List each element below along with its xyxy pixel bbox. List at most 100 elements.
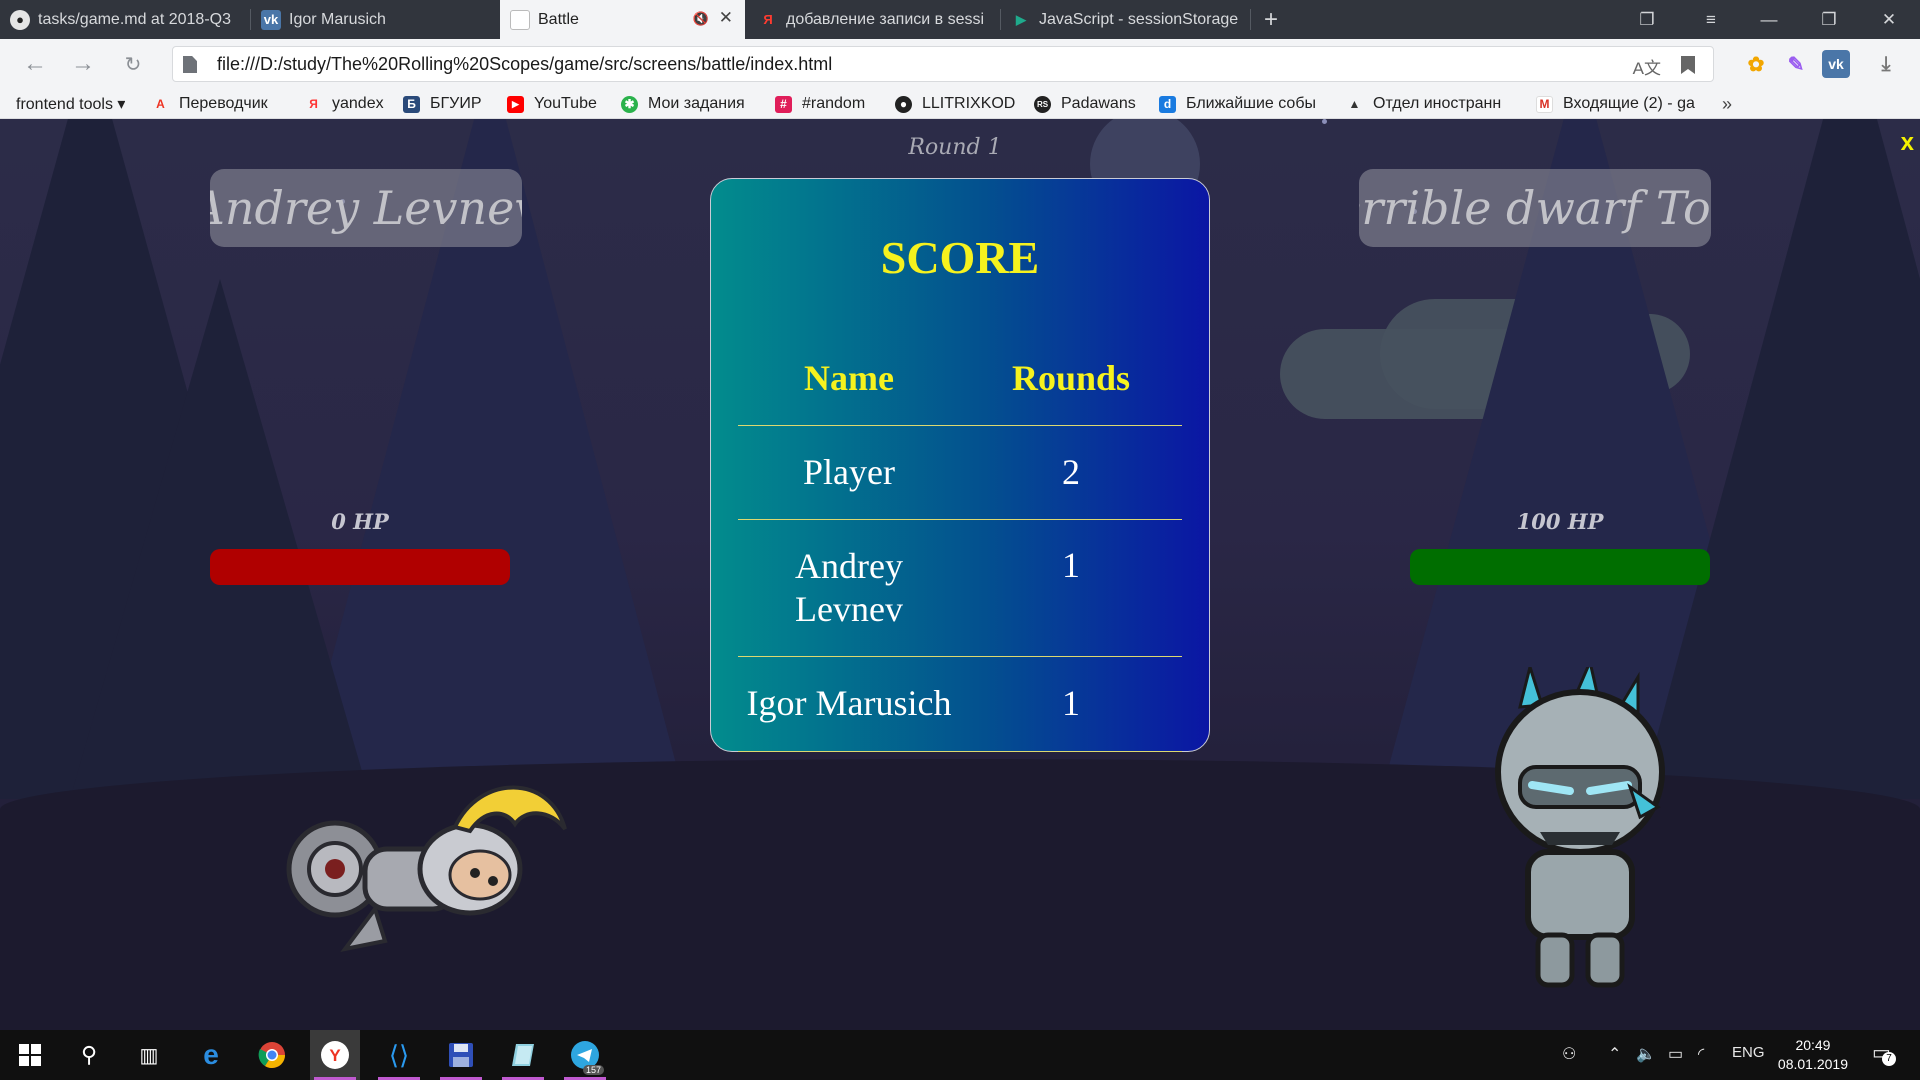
battery-icon[interactable]: ▭ xyxy=(1668,1044,1683,1064)
right-player-name: terrible dwarf Tom xyxy=(1359,169,1711,247)
minimize-button[interactable]: — xyxy=(1746,0,1792,39)
notes-app-icon[interactable] xyxy=(498,1030,548,1080)
left-player-name: Andrey Levnev xyxy=(210,169,522,247)
more-bookmarks-icon[interactable]: » xyxy=(1722,89,1732,119)
round-label: Round 1 xyxy=(908,135,1002,160)
bsuir-icon: Б xyxy=(403,95,420,113)
github-icon: ● xyxy=(895,95,912,113)
translate-icon[interactable]: A文 xyxy=(1633,54,1661,79)
score-title: SCORE xyxy=(880,232,1040,283)
name-column-header: Name xyxy=(738,331,960,426)
vk-icon: vk xyxy=(261,9,281,30)
bookmark-events[interactable]: d Ближайшие собы xyxy=(1159,89,1324,119)
address-bar[interactable]: file:///D:/study/The%20Rolling%20Scopes/… xyxy=(172,46,1714,82)
windows-icon xyxy=(19,1044,41,1066)
chrome-icon[interactable] xyxy=(247,1030,297,1080)
edge-icon[interactable]: e xyxy=(186,1030,236,1080)
volume-icon[interactable]: 🔈 xyxy=(1636,1044,1656,1064)
reload-button[interactable]: ↻ xyxy=(118,49,148,79)
player-rounds: 1 xyxy=(960,519,1182,657)
tab-github-tasks[interactable]: ● tasks/game.md at 2018-Q3 xyxy=(0,0,250,39)
tab-battle[interactable]: Battle 🔇 ✕ xyxy=(500,0,745,39)
right-player-hp-bar xyxy=(1410,549,1710,585)
new-tab-button[interactable]: + xyxy=(1248,0,1294,39)
menu-icon[interactable]: ≡ xyxy=(1688,0,1734,39)
bookmark-llitrixkod[interactable]: ● LLITRIXKOD xyxy=(895,89,1015,119)
tab-title: Igor Marusich xyxy=(289,10,386,28)
wifi-icon[interactable]: ◜ xyxy=(1698,1044,1704,1064)
windows-taskbar: ⚲ ▥ e Y ⟨⟩ 157 ⚇ ⌃ 🔈 ▭ ◜ ENG 20:49 08.01… xyxy=(0,1030,1920,1080)
battle-screen: Round 1 x Andrey Levnev 0 HP terrible dw… xyxy=(0,119,1920,1030)
player-name: Igor Marusich xyxy=(738,656,960,752)
player-rounds: 1 xyxy=(960,656,1182,752)
youtube-icon: ▶ xyxy=(507,95,524,113)
search-icon[interactable]: ⚲ xyxy=(64,1030,114,1080)
left-player-hp-label: 0 HP xyxy=(331,509,389,534)
play-icon: ▶ xyxy=(1016,11,1026,27)
mute-icon[interactable]: 🔇 xyxy=(693,11,709,27)
people-icon[interactable]: ⚇ xyxy=(1562,1044,1576,1064)
notification-icon[interactable]: ▭ 7 xyxy=(1872,1040,1896,1066)
save-app-icon[interactable] xyxy=(436,1030,486,1080)
tab-js-sessionstorage[interactable]: ▶ JavaScript - sessionStorage xyxy=(1001,0,1250,39)
d-icon: d xyxy=(1159,95,1176,113)
vk-extension-icon[interactable]: vk xyxy=(1822,50,1850,78)
player-rounds: 2 xyxy=(960,425,1182,520)
language-indicator[interactable]: ENG xyxy=(1732,1044,1765,1061)
svg-text:Y: Y xyxy=(329,1046,341,1065)
date: 08.01.2019 xyxy=(1777,1056,1848,1072)
address-url[interactable]: file:///D:/study/The%20Rolling%20Scopes/… xyxy=(217,54,832,75)
download-icon[interactable]: ⤓ xyxy=(1872,50,1900,78)
task-view-icon[interactable]: ▥ xyxy=(124,1030,174,1080)
bookmark-foreign-dept[interactable]: ▲ Отдел иностранн xyxy=(1346,89,1516,119)
rs-icon: RS xyxy=(1034,95,1051,113)
bookmark-bsuir[interactable]: Б БГУИР xyxy=(403,89,482,119)
page-icon xyxy=(510,9,530,30)
translate-icon: A xyxy=(156,97,165,111)
bookmark-my-tasks[interactable]: ✱ Мои задания xyxy=(621,89,745,119)
close-window-button[interactable]: ✕ xyxy=(1866,0,1912,39)
start-button[interactable] xyxy=(5,1030,55,1080)
vscode-icon[interactable]: ⟨⟩ xyxy=(374,1030,424,1080)
table-row: Igor Marusich 1 xyxy=(738,656,1182,752)
tabs-overview-icon[interactable]: ❐ xyxy=(1624,0,1670,39)
github-icon: ● xyxy=(10,9,30,30)
bookmark-youtube[interactable]: ▶ YouTube xyxy=(507,89,597,119)
tab-yandex-search[interactable]: Я добавление записи в sessi xyxy=(748,0,1000,39)
restore-button[interactable]: ❐ xyxy=(1806,0,1852,39)
player-name: Player xyxy=(738,425,960,520)
page-icon xyxy=(183,56,197,73)
bookmark-frontend-tools[interactable]: frontend tools ▾ xyxy=(16,89,125,119)
right-player-hp-label: 100 HP xyxy=(1516,509,1604,534)
bookmarks-bar: frontend tools ▾ A Переводчик Я yandex Б… xyxy=(0,89,1920,119)
close-game-button[interactable]: x xyxy=(1901,129,1914,157)
clock[interactable]: 20:49 08.01.2019 xyxy=(1778,1036,1848,1074)
close-tab-icon[interactable]: ✕ xyxy=(719,8,733,28)
bookmark-padawans[interactable]: RS Padawans xyxy=(1034,89,1136,119)
table-row: Player 2 xyxy=(738,425,1182,520)
bookmark-yandex[interactable]: Я yandex xyxy=(305,89,383,119)
yandex-icon: Я xyxy=(763,12,773,27)
feather-extension-icon[interactable]: ✎ xyxy=(1782,50,1810,78)
knight-character xyxy=(286,785,567,952)
bookmark-translator[interactable]: A Переводчик xyxy=(152,89,268,119)
yandex-browser-icon[interactable]: Y xyxy=(310,1030,360,1080)
telegram-icon[interactable]: 157 xyxy=(560,1030,610,1080)
back-button[interactable]: ← xyxy=(20,49,50,79)
browser-toolbar: ← → ↻ file:///D:/study/The%20Rolling%20S… xyxy=(0,39,1920,89)
paw-extension-icon[interactable]: ✿ xyxy=(1742,50,1770,78)
browser-tab-strip: ● tasks/game.md at 2018-Q3 vk Igor Marus… xyxy=(0,0,1920,39)
tasks-icon: ✱ xyxy=(621,95,638,113)
bookmark-gmail[interactable]: M Входящие (2) - ga xyxy=(1536,89,1703,119)
tab-title: добавление записи в sessi xyxy=(786,10,985,28)
score-header-row: Name Rounds xyxy=(738,331,1182,426)
show-hidden-icons[interactable]: ⌃ xyxy=(1608,1044,1621,1064)
tab-title: Battle xyxy=(538,10,579,28)
table-row: Andrey Levnev 1 xyxy=(738,519,1182,657)
forward-button[interactable]: → xyxy=(68,49,98,79)
tab-title: JavaScript - sessionStorage xyxy=(1039,10,1239,28)
bookmark-random[interactable]: # #random xyxy=(775,89,865,119)
rounds-column-header: Rounds xyxy=(960,331,1182,426)
tab-vk-profile[interactable]: vk Igor Marusich xyxy=(251,0,500,39)
bookmark-icon[interactable] xyxy=(1681,56,1695,74)
